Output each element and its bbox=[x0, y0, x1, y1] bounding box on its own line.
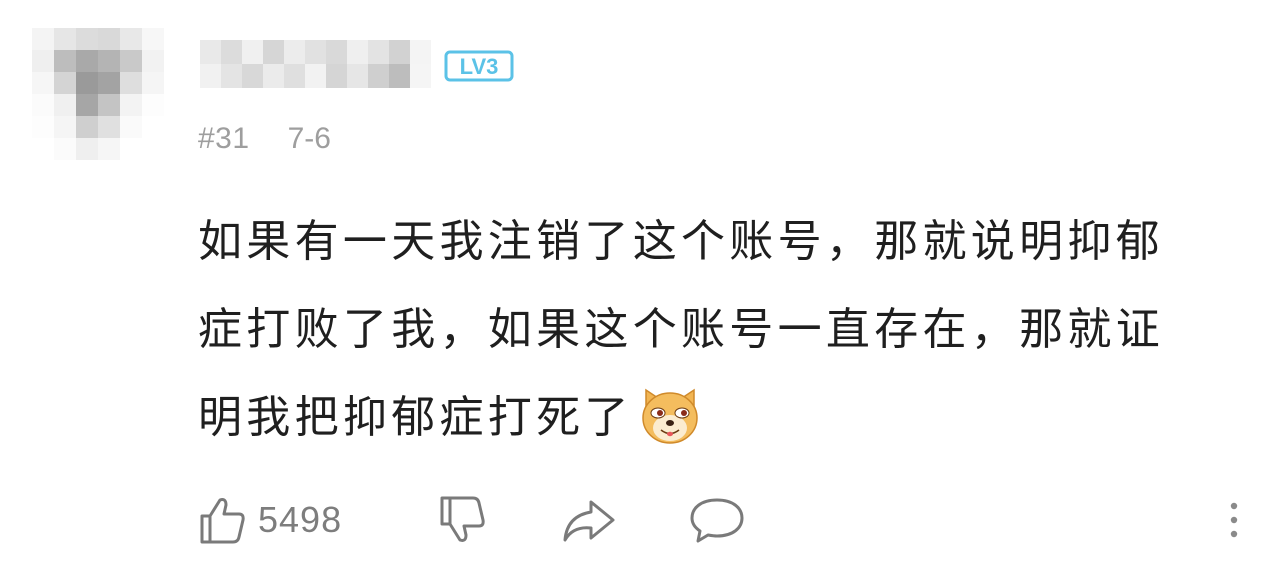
comment-date: 7-6 bbox=[287, 122, 331, 155]
comment-line: 明我把抑郁症打死了 bbox=[198, 392, 633, 443]
vertical-dots-icon bbox=[1230, 502, 1238, 538]
share-arrow-icon bbox=[563, 500, 615, 542]
thumbs-down-icon bbox=[440, 496, 485, 542]
comment-line: 症打败了我，如果这个账号一直存在，那就证 bbox=[198, 304, 1164, 355]
thumbs-up-icon bbox=[200, 498, 245, 544]
dislike-button[interactable] bbox=[436, 490, 488, 550]
level-badge-text: LV3 bbox=[460, 54, 499, 79]
floor-number: #31 bbox=[198, 122, 250, 155]
reply-button[interactable] bbox=[688, 490, 746, 550]
speech-bubble-icon bbox=[690, 498, 744, 543]
doge-emoji bbox=[641, 388, 698, 444]
avatar[interactable] bbox=[32, 28, 164, 160]
comment-actions: 5498 bbox=[196, 490, 1256, 550]
level-badge: LV3 bbox=[444, 50, 514, 82]
share-button[interactable] bbox=[561, 490, 617, 550]
comment-meta: #31 7-6 bbox=[198, 117, 331, 161]
more-options-button[interactable] bbox=[1224, 490, 1244, 550]
comment-card: LV3 #31 7-6 如果有一天我注销了这个账号，那就说明抑郁 症打败了我，如… bbox=[0, 0, 1280, 584]
comment-line-last: 明我把抑郁症打死了 bbox=[198, 374, 1258, 462]
comment-text: 如果有一天我注销了这个账号，那就说明抑郁 症打败了我，如果这个账号一直存在，那就… bbox=[198, 198, 1258, 462]
comment-line: 如果有一天我注销了这个账号，那就说明抑郁 bbox=[198, 216, 1164, 267]
username-redacted[interactable] bbox=[200, 40, 432, 88]
like-button[interactable]: 5498 bbox=[196, 490, 342, 550]
like-count: 5498 bbox=[258, 499, 343, 540]
